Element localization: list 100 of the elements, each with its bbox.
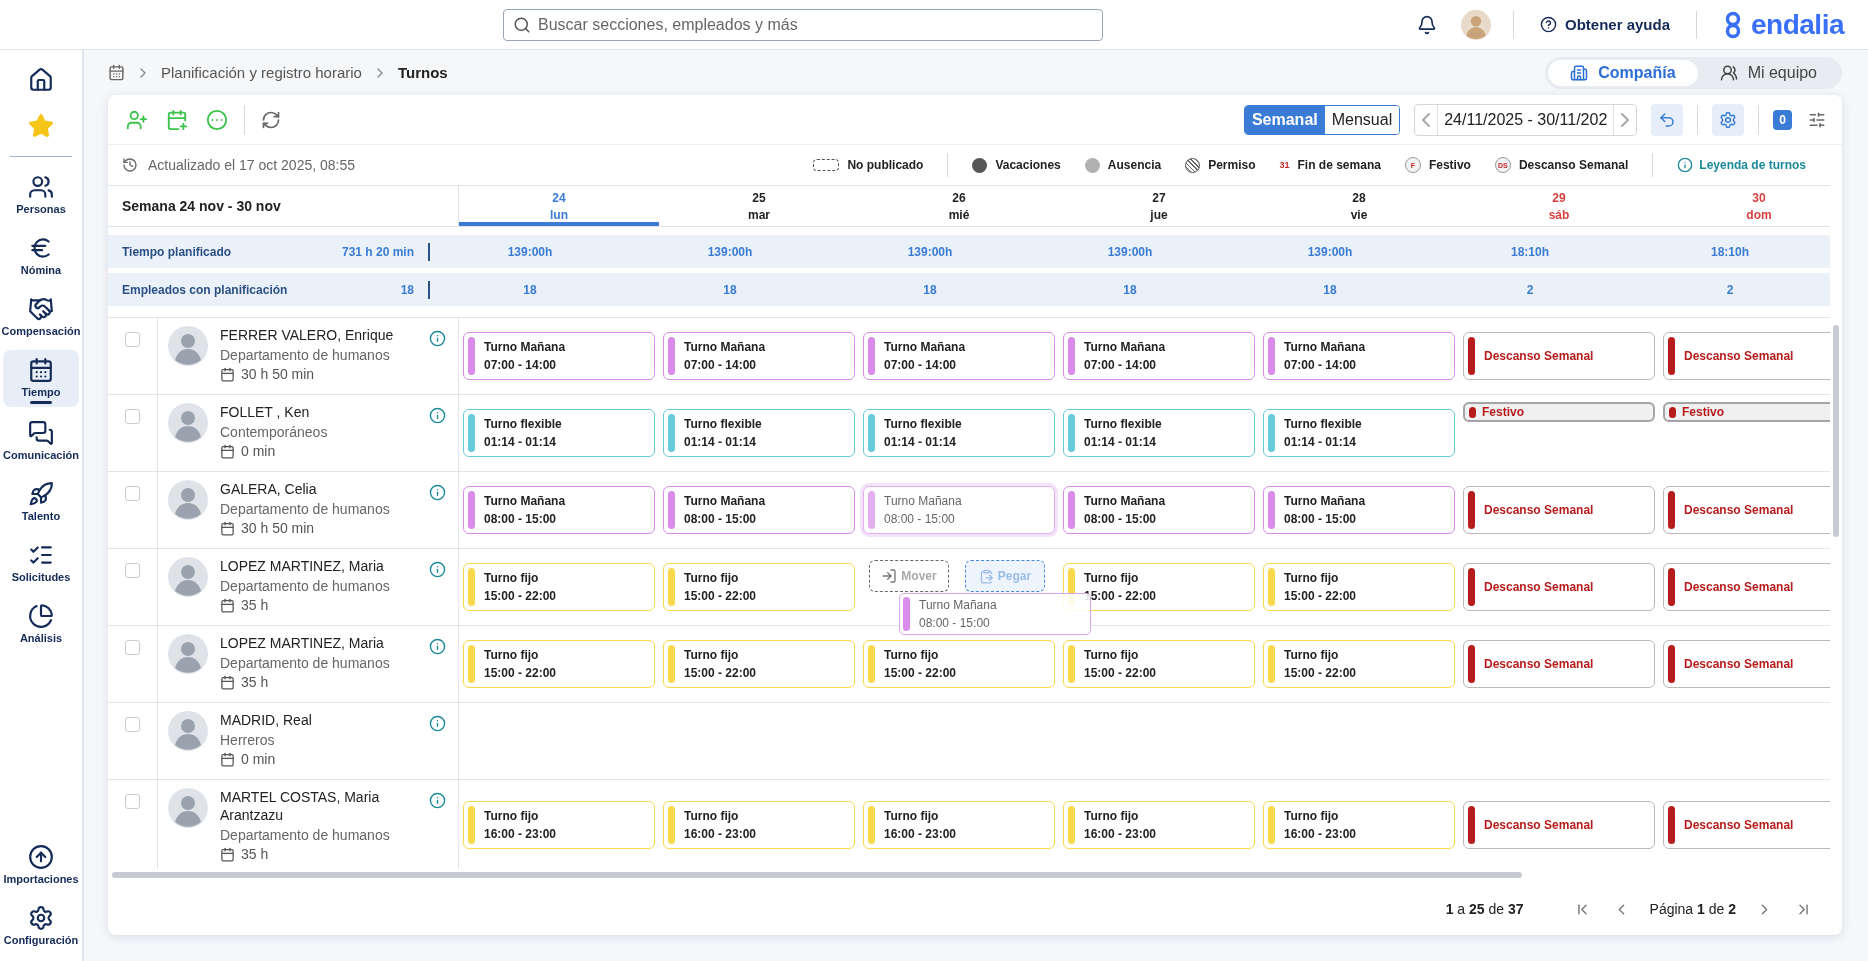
rest-bar (1668, 806, 1675, 844)
shift-card[interactable]: Turno Mañana 07:00 - 14:00 (1063, 332, 1255, 380)
row-checkbox[interactable] (125, 717, 140, 732)
shift-card[interactable]: Turno fijo 15:00 - 22:00 (463, 640, 655, 688)
scope-tab[interactable]: Compañía (1548, 59, 1698, 86)
rest-day-card[interactable]: Descanso Semanal (1663, 563, 1830, 611)
shift-legend-link[interactable]: Leyenda de turnos (1677, 157, 1806, 173)
rest-day-card[interactable]: Descanso Semanal (1463, 563, 1655, 611)
sidebar-item[interactable]: Configuración (3, 898, 79, 953)
info-icon (429, 638, 446, 655)
employee-info-button[interactable] (427, 405, 448, 426)
rest-day-card[interactable]: Descanso Semanal (1463, 332, 1655, 380)
help-button[interactable]: Obtener ayuda (1536, 12, 1674, 37)
employee-info-button[interactable] (427, 636, 448, 657)
sidebar-item[interactable]: Comunicación (3, 413, 79, 468)
shift-card[interactable]: Turno fijo 15:00 - 22:00 (1063, 563, 1255, 611)
row-range-text: 1 a 25 de 37 (1445, 901, 1524, 917)
shift-card[interactable]: Turno fijo 15:00 - 22:00 (1063, 640, 1255, 688)
employee-info-button[interactable] (427, 790, 448, 811)
row-checkbox[interactable] (125, 563, 140, 578)
shift-card[interactable]: Turno fijo 15:00 - 22:00 (663, 563, 855, 611)
employee-info-button[interactable] (427, 482, 448, 503)
rest-day-card[interactable]: Descanso Semanal (1463, 486, 1655, 534)
row-checkbox[interactable] (125, 409, 140, 424)
rest-day-card[interactable]: Descanso Semanal (1663, 486, 1830, 534)
shift-card[interactable]: Turno fijo 16:00 - 23:00 (1263, 801, 1455, 849)
shift-card[interactable]: Turno Mañana 07:00 - 14:00 (863, 332, 1055, 380)
rest-day-card[interactable]: Descanso Semanal (1663, 640, 1830, 688)
day-header[interactable]: 27 jue (1059, 185, 1259, 227)
employee-info-button[interactable] (427, 713, 448, 734)
shift-card[interactable]: Turno fijo 15:00 - 22:00 (463, 563, 655, 611)
row-checkbox[interactable] (125, 794, 140, 809)
dragged-shift-card[interactable]: Turno Mañana 08:00 - 15:00 (863, 486, 1055, 534)
shift-card[interactable]: Turno Mañana 08:00 - 15:00 (1263, 486, 1455, 534)
employee-info-button[interactable] (427, 559, 448, 580)
day-header[interactable]: 25 mar (659, 185, 859, 227)
settings-button[interactable] (1712, 103, 1745, 136)
shift-card[interactable]: Turno flexible 01:14 - 01:14 (1063, 409, 1255, 457)
calendar-icon (108, 64, 125, 81)
shift-title: Turno Mañana (919, 598, 997, 612)
scope-tab[interactable]: Mi equipo (1697, 59, 1839, 86)
view-mode-tab[interactable]: Semanal (1244, 105, 1325, 134)
shift-card[interactable]: Turno Mañana 07:00 - 14:00 (463, 332, 655, 380)
sidebar-item[interactable]: Compensación (3, 289, 79, 344)
legend-label: Ausencia (1107, 158, 1162, 172)
row-checkbox[interactable] (125, 486, 140, 501)
day-header[interactable]: 24 lun (459, 185, 659, 227)
shift-card[interactable]: Turno fijo 16:00 - 23:00 (463, 801, 655, 849)
building-icon (1570, 63, 1589, 82)
shift-time: 08:00 - 15:00 (884, 512, 956, 526)
shift-card[interactable]: Turno Mañana 08:00 - 15:00 (663, 486, 855, 534)
summary-value: 18 (1322, 282, 1338, 297)
shift-card[interactable]: Turno fijo 16:00 - 23:00 (1063, 801, 1255, 849)
day-header[interactable]: 30 dom (1659, 185, 1830, 227)
shift-card[interactable]: Turno Mañana 08:00 - 15:00 (463, 486, 655, 534)
sidebar-item[interactable]: Talento (3, 474, 79, 529)
rest-day-card[interactable]: Descanso Semanal (1463, 801, 1655, 849)
shift-card[interactable]: Turno Mañana 07:00 - 14:00 (1263, 332, 1455, 380)
shift-title: Turno fijo (684, 809, 740, 823)
shift-card[interactable]: Turno flexible 01:14 - 01:14 (863, 409, 1055, 457)
day-header[interactable]: 26 mié (859, 185, 1059, 227)
shift-card[interactable]: Turno fijo 15:00 - 22:00 (1263, 563, 1455, 611)
breadcrumb-link[interactable]: Planificación y registro horario (161, 64, 362, 81)
undo-button[interactable] (1651, 103, 1684, 136)
shift-card[interactable]: Turno Mañana 07:00 - 14:00 (663, 332, 855, 380)
shift-card[interactable]: Turno flexible 01:14 - 01:14 (663, 409, 855, 457)
summary-total: 18 (336, 280, 430, 299)
day-header[interactable]: 28 vie (1259, 185, 1459, 227)
holiday-label: Festivo (1682, 405, 1724, 419)
day-header[interactable]: 29 sáb (1459, 185, 1659, 227)
date-range-field[interactable]: 24/11/2025 - 30/11/202 (1437, 104, 1615, 135)
search-field[interactable]: Buscar secciones, empleados y más (503, 8, 1103, 41)
sidebar-item[interactable]: Análisis (3, 596, 79, 651)
shift-card[interactable]: Turno fijo 15:00 - 22:00 (663, 640, 855, 688)
shift-time: 15:00 - 22:00 (884, 666, 957, 680)
sidebar-item[interactable]: Personas (3, 167, 79, 222)
shift-card[interactable]: Turno fijo 16:00 - 23:00 (863, 801, 1055, 849)
employee-info-button[interactable] (427, 328, 448, 349)
rest-day-card[interactable]: Descanso Semanal (1663, 801, 1830, 849)
sidebar-item[interactable]: Nómina (3, 228, 79, 283)
shift-title: Turno Mañana (484, 494, 566, 508)
shift-card[interactable]: Turno fijo 15:00 - 22:00 (863, 640, 1055, 688)
rest-day-card[interactable]: Descanso Semanal (1663, 332, 1830, 380)
shift-card[interactable]: Turno flexible 01:14 - 01:14 (463, 409, 655, 457)
row-checkbox[interactable] (125, 640, 140, 655)
shift-time: 15:00 - 22:00 (684, 666, 757, 680)
sidebar-item[interactable]: Importaciones (3, 837, 79, 892)
user-avatar[interactable] (1461, 9, 1491, 40)
handshake-icon (28, 296, 54, 322)
row-checkbox[interactable] (125, 332, 140, 347)
shift-time: 16:00 - 23:00 (484, 827, 557, 841)
shift-card[interactable]: Turno fijo 16:00 - 23:00 (663, 801, 855, 849)
rest-day-card[interactable]: Descanso Semanal (1463, 640, 1655, 688)
shift-card[interactable]: Turno flexible 01:14 - 01:14 (1263, 409, 1455, 457)
shift-card[interactable]: Turno fijo 15:00 - 22:00 (1263, 640, 1455, 688)
shift-card[interactable]: Turno Mañana 08:00 - 15:00 (1063, 486, 1255, 534)
shift-title: Turno Mañana (1084, 340, 1166, 354)
sidebar-item[interactable]: Tiempo (3, 350, 79, 407)
summary-total: 731 h 20 min (336, 242, 430, 261)
sidebar-item[interactable]: Solicitudes (3, 535, 79, 590)
